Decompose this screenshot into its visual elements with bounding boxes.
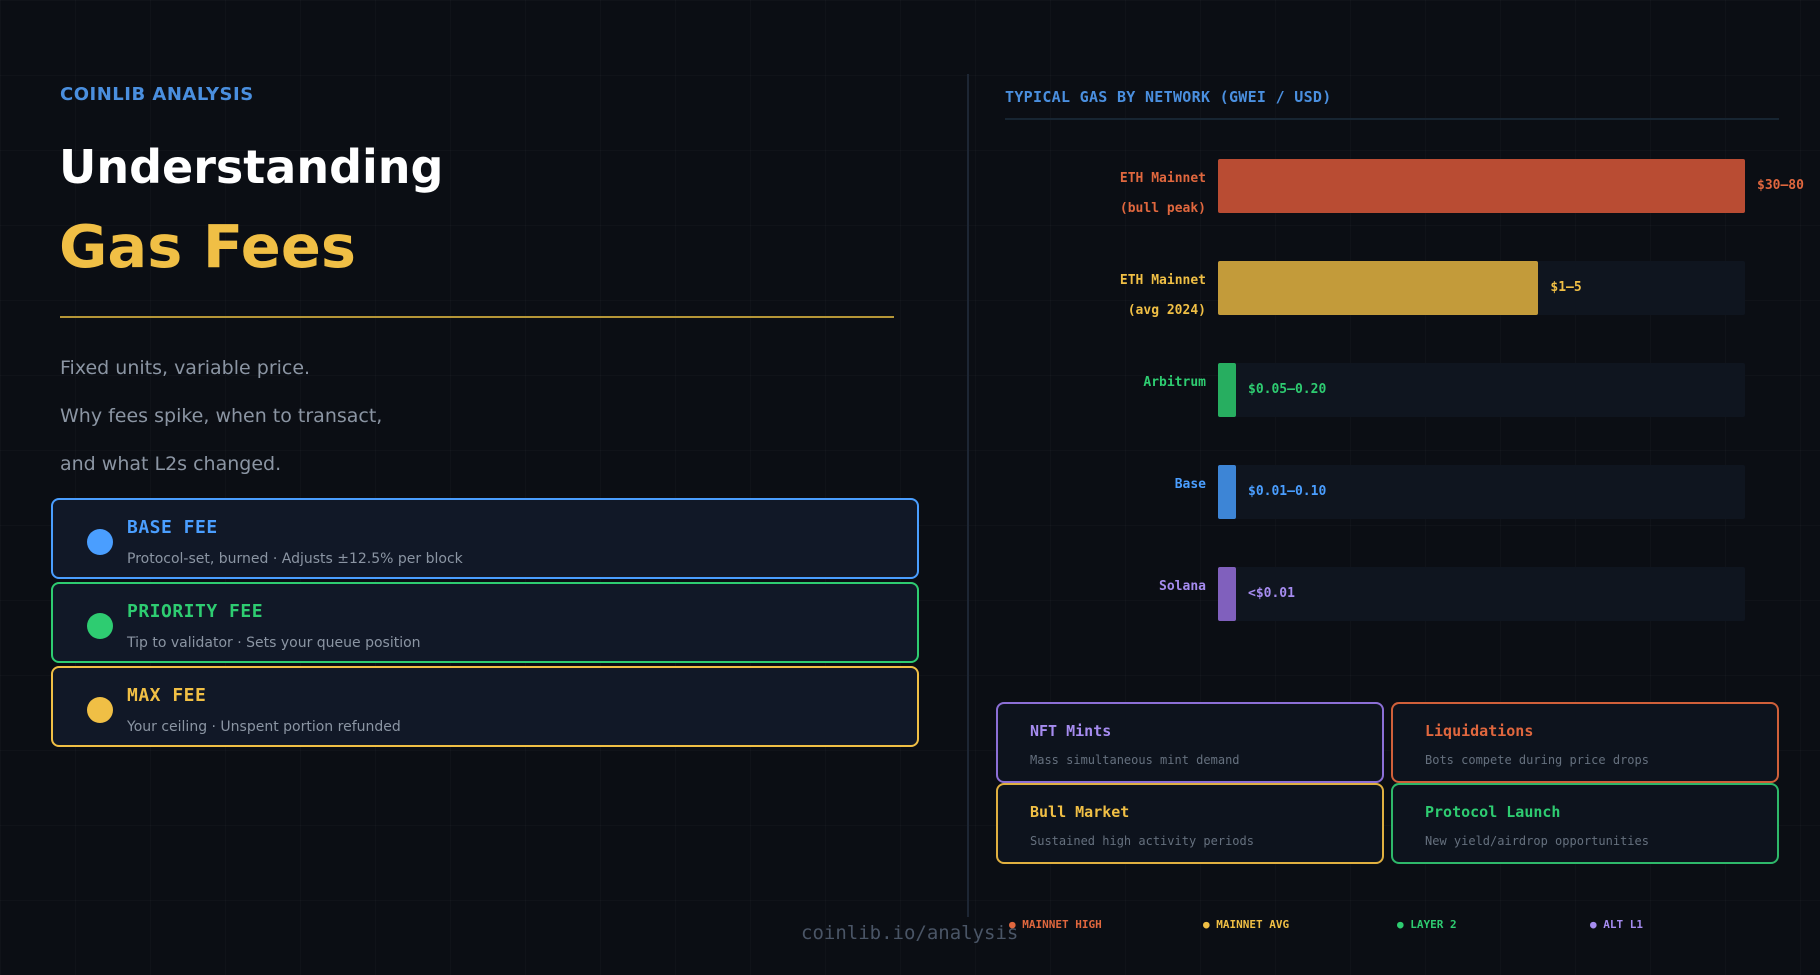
bar-track — [1218, 363, 1745, 417]
category-label-line: Solana — [1159, 579, 1206, 594]
value-label: $0.05–0.20 — [1248, 382, 1327, 397]
bar-track — [1218, 465, 1745, 519]
page-title-line2: Gas Fees — [59, 212, 356, 281]
trigger-desc: Bots compete during price drops — [1425, 753, 1649, 767]
panel-divider — [967, 74, 969, 917]
bar — [1218, 465, 1236, 519]
subtitle-line: Fixed units, variable price. — [60, 357, 311, 379]
chart-title: TYPICAL GAS BY NETWORK (GWEI / USD) — [1005, 88, 1332, 106]
trigger-title: Bull Market — [1030, 803, 1130, 821]
fee-card-desc: Tip to validator · Sets your queue posit… — [127, 635, 421, 651]
category-label-line: Arbitrum — [1143, 375, 1206, 390]
priority-fee-dot-icon — [87, 613, 113, 639]
subtitle-line: and what L2s changed. — [60, 453, 282, 475]
value-label: $30–80 — [1757, 178, 1804, 193]
value-label: <$0.01 — [1248, 586, 1295, 601]
brand-label: COINLIB ANALYSIS — [60, 84, 254, 105]
base-fee-dot-icon — [87, 529, 113, 555]
bar-track — [1218, 261, 1745, 315]
fee-card-base: BASE FEE Protocol-set, burned · Adjusts … — [51, 498, 919, 579]
subtitle-line: Why fees spike, when to transact, — [60, 405, 383, 427]
fee-card-title: MAX FEE — [127, 685, 207, 706]
bar — [1218, 363, 1236, 417]
trigger-title: Protocol Launch — [1425, 803, 1561, 821]
trigger-card-liquidations: Liquidations Bots compete during price d… — [1391, 702, 1779, 783]
trigger-card-bull-market: Bull Market Sustained high activity peri… — [996, 783, 1384, 864]
title-divider — [60, 316, 894, 318]
fee-card-priority: PRIORITY FEE Tip to validator · Sets you… — [51, 582, 919, 663]
bar-track — [1218, 567, 1745, 621]
category-label: ETH Mainnet (bull peak) — [1046, 164, 1206, 224]
value-label: $0.01–0.10 — [1248, 484, 1327, 499]
bar-track — [1218, 159, 1745, 213]
category-label: ETH Mainnet (avg 2024) — [1046, 266, 1206, 326]
page-title-line1: Understanding — [59, 140, 444, 194]
category-label-line: ETH Mainnet — [1119, 171, 1206, 186]
fee-card-desc: Protocol-set, burned · Adjusts ±12.5% pe… — [127, 551, 463, 567]
legend-item-layer-2: ● LAYER 2 — [1397, 918, 1457, 931]
trigger-card-nft-mints: NFT Mints Mass simultaneous mint demand — [996, 702, 1384, 783]
fee-card-title: BASE FEE — [127, 517, 218, 538]
chart-title-divider — [1005, 118, 1779, 120]
fee-card-title: PRIORITY FEE — [127, 601, 264, 622]
footer-url: coinlib.io/analysis — [801, 922, 1019, 944]
fee-card-desc: Your ceiling · Unspent portion refunded — [127, 719, 401, 735]
category-label: Arbitrum — [1046, 368, 1206, 398]
fee-card-max: MAX FEE Your ceiling · Unspent portion r… — [51, 666, 919, 747]
category-label-line: ETH Mainnet — [1119, 273, 1206, 288]
bar — [1218, 261, 1539, 315]
value-label: $1–5 — [1550, 280, 1582, 295]
category-label: Solana — [1046, 572, 1206, 602]
legend-item-mainnet-avg: ● MAINNET AVG — [1203, 918, 1290, 931]
category-label-line: (avg 2024) — [1127, 303, 1206, 318]
category-label-line: Base — [1174, 477, 1206, 492]
trigger-desc: Sustained high activity periods — [1030, 834, 1254, 848]
trigger-desc: New yield/airdrop opportunities — [1425, 834, 1649, 848]
category-label: Base — [1046, 470, 1206, 500]
category-label-line: (bull peak) — [1119, 201, 1206, 216]
bar — [1218, 567, 1236, 621]
trigger-title: NFT Mints — [1030, 722, 1112, 740]
trigger-card-protocol-launch: Protocol Launch New yield/airdrop opport… — [1391, 783, 1779, 864]
max-fee-dot-icon — [87, 697, 113, 723]
bar — [1218, 159, 1745, 213]
trigger-desc: Mass simultaneous mint demand — [1030, 753, 1240, 767]
legend-item-alt-l1: ● ALT L1 — [1590, 918, 1643, 931]
trigger-title: Liquidations — [1425, 722, 1534, 740]
legend-item-mainnet-high: ● MAINNET HIGH — [1009, 918, 1102, 931]
